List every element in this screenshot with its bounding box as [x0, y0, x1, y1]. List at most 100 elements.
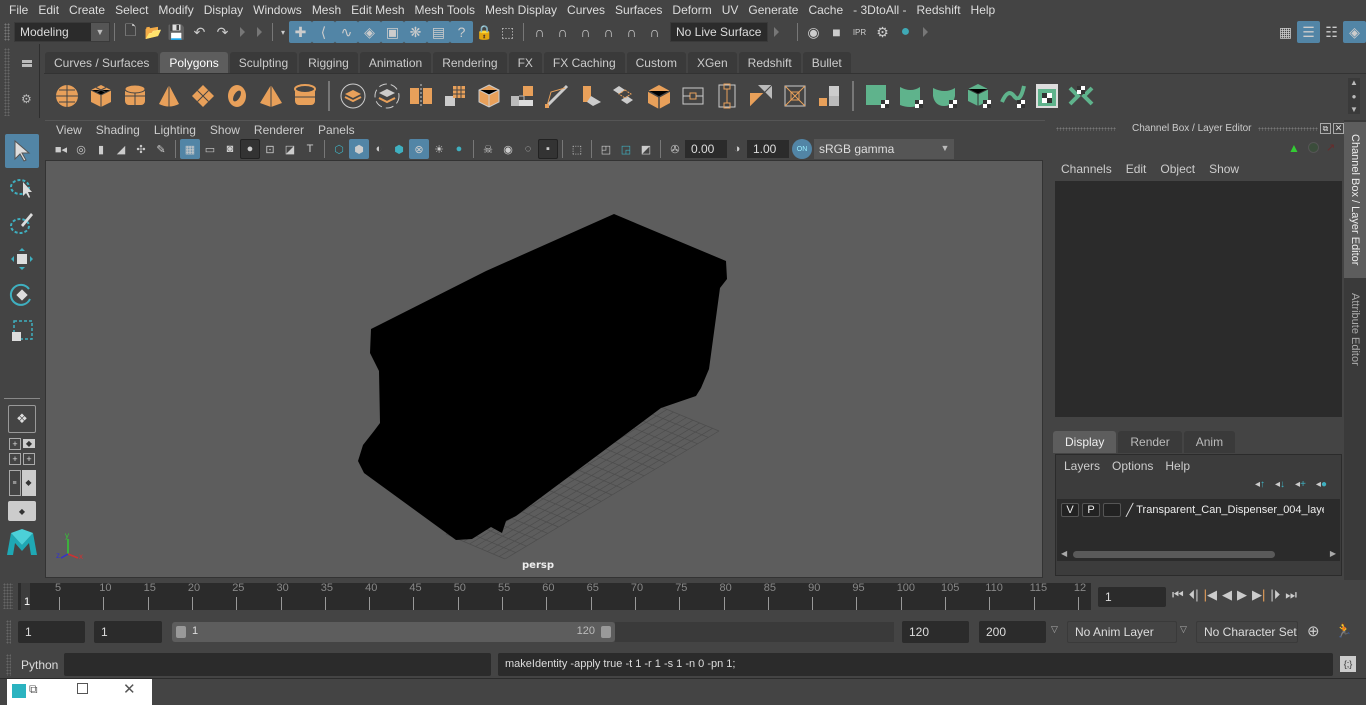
- menu-mesh-tools[interactable]: Mesh Tools: [410, 3, 480, 17]
- modeling-toolkit-icon[interactable]: ▦: [1274, 21, 1297, 43]
- layer-playback-toggle[interactable]: P: [1082, 503, 1100, 517]
- paint-select-tool-icon[interactable]: [5, 206, 39, 240]
- auto-key-icon[interactable]: ⊕: [1307, 622, 1320, 640]
- poly-cone-icon[interactable]: [152, 79, 186, 113]
- render-settings-icon[interactable]: ⚙: [871, 21, 894, 43]
- layer-color-icon[interactable]: ╱: [1126, 503, 1133, 517]
- gate-mask-icon[interactable]: ●: [240, 139, 260, 159]
- anti-aliasing-icon[interactable]: ◌: [518, 139, 538, 159]
- select-tool-icon[interactable]: [5, 134, 39, 168]
- play-backwards-icon[interactable]: ◀: [1222, 587, 1232, 603]
- four-view-layout-icon[interactable]: + ◆ + +: [8, 437, 36, 465]
- resolution-gate-icon[interactable]: ◙: [220, 139, 240, 159]
- slide-edge-icon[interactable]: [812, 79, 846, 113]
- layer-tab-anim[interactable]: Anim: [1183, 431, 1236, 453]
- poly-plane-icon[interactable]: [186, 79, 220, 113]
- layer-row[interactable]: V P ╱ Transparent_Can_Dispenser_004_laye…: [1061, 503, 1324, 517]
- combine-icon[interactable]: [336, 79, 370, 113]
- world-axis-icon[interactable]: ▲: [1288, 141, 1300, 155]
- panel-menu-renderer[interactable]: Renderer: [247, 123, 311, 137]
- bookmark-icon[interactable]: ▮: [91, 139, 111, 159]
- panel-menu-view[interactable]: View: [49, 123, 89, 137]
- channel-menu-show[interactable]: Show: [1202, 162, 1246, 176]
- go-to-end-icon[interactable]: ⏭: [1285, 587, 1297, 603]
- collapse-arrow-icon[interactable]: [923, 27, 928, 37]
- menu-uv[interactable]: UV: [717, 3, 744, 17]
- poly-sphere-icon[interactable]: [50, 79, 84, 113]
- lock-icon[interactable]: 🔒: [473, 21, 496, 43]
- shelf-menu-icon[interactable]: [22, 60, 32, 63]
- step-forward-frame-icon[interactable]: |⏵: [1270, 587, 1280, 603]
- color-management-toggle[interactable]: ON: [792, 139, 812, 159]
- ipr-render-icon[interactable]: IPR: [848, 21, 871, 43]
- single-view-layout-icon[interactable]: ❖: [8, 405, 36, 433]
- target-weld-icon[interactable]: [778, 79, 812, 113]
- outliner-persp-layout-icon[interactable]: ≡ ◆: [8, 469, 36, 497]
- tab-attribute-editor[interactable]: Attribute Editor: [1344, 282, 1366, 376]
- layer-menu-layers[interactable]: Layers: [1058, 457, 1106, 475]
- animation-preferences-icon[interactable]: 🏃: [1335, 622, 1352, 639]
- scrollbar-thumb[interactable]: [1073, 551, 1275, 558]
- uv-cylindrical-icon[interactable]: [894, 79, 928, 113]
- poly-pyramid-icon[interactable]: [254, 79, 288, 113]
- redo-icon[interactable]: ↷: [211, 21, 234, 43]
- float-panel-icon[interactable]: ⧉: [1320, 123, 1331, 134]
- textured-icon[interactable]: ⬢: [389, 139, 409, 159]
- uv-layout-icon[interactable]: [1064, 79, 1098, 113]
- 2d-pan-zoom-icon[interactable]: ✣: [131, 139, 151, 159]
- bevel-icon[interactable]: [472, 79, 506, 113]
- extrude-icon[interactable]: [506, 79, 540, 113]
- channel-box-toggle-icon[interactable]: ◈: [1343, 21, 1366, 43]
- fill-hole-icon[interactable]: [642, 79, 676, 113]
- drag-handle[interactable]: [1258, 127, 1318, 131]
- safe-title-icon[interactable]: T: [300, 139, 320, 159]
- safe-action-icon[interactable]: ◪: [280, 139, 300, 159]
- move-tool-icon[interactable]: [5, 242, 39, 276]
- scroll-up-icon[interactable]: ▲: [1350, 78, 1358, 87]
- smooth-shade-icon[interactable]: ⬢: [349, 139, 369, 159]
- smooth-icon[interactable]: [438, 79, 472, 113]
- snap-grid-icon[interactable]: ∩: [528, 21, 551, 43]
- isolate-select-icon[interactable]: ⬚: [567, 139, 587, 159]
- shelf-tab-fx[interactable]: FX: [508, 52, 542, 73]
- xray-active-icon[interactable]: ◲: [616, 139, 636, 159]
- close-icon[interactable]: ✕: [123, 680, 136, 698]
- uv-spherical-icon[interactable]: [928, 79, 962, 113]
- scale-tool-icon[interactable]: [5, 314, 39, 348]
- layer-tab-render[interactable]: Render: [1118, 431, 1182, 453]
- select-render-icon[interactable]: ▤: [427, 21, 450, 43]
- depth-of-field-icon[interactable]: ▪: [538, 139, 558, 159]
- gamma-field[interactable]: 1.00: [747, 140, 789, 158]
- layer-tab-display[interactable]: Display: [1053, 431, 1117, 453]
- shelf-tab-bullet[interactable]: Bullet: [802, 52, 851, 73]
- menu-file[interactable]: File: [4, 3, 33, 17]
- save-scene-icon[interactable]: 💾: [165, 21, 188, 43]
- maximize-icon[interactable]: [77, 683, 88, 694]
- dropdown-arrow-icon[interactable]: ▾: [277, 21, 289, 43]
- menu-edit[interactable]: Edit: [33, 3, 64, 17]
- range-slider[interactable]: 1 120: [172, 622, 615, 642]
- select-by-component-icon[interactable]: ∿: [335, 21, 358, 43]
- collapse-arrow-icon[interactable]: [257, 27, 262, 37]
- shelf-tab-animation[interactable]: Animation: [359, 52, 432, 73]
- play-forwards-icon[interactable]: ▶: [1237, 587, 1247, 603]
- drag-handle[interactable]: [1056, 127, 1116, 131]
- range-slider-track[interactable]: [615, 622, 894, 642]
- select-by-handle-icon[interactable]: ◈: [358, 21, 381, 43]
- drag-handle[interactable]: [4, 23, 10, 41]
- drag-handle[interactable]: [3, 583, 13, 609]
- screen-space-ao-icon[interactable]: ☠: [478, 139, 498, 159]
- render-frame-icon[interactable]: ■: [825, 21, 848, 43]
- new-layer-selected-icon[interactable]: ◂●: [1316, 479, 1327, 490]
- menu-modify[interactable]: Modify: [153, 3, 198, 17]
- move-layer-up-icon[interactable]: ◂↑: [1255, 479, 1265, 490]
- scroll-right-icon[interactable]: ▶: [1330, 549, 1336, 558]
- shelf-tab-fx-caching[interactable]: FX Caching: [543, 52, 625, 73]
- viewport-persp[interactable]: persp y x z: [45, 160, 1043, 578]
- field-chart-icon[interactable]: ⊡: [260, 139, 280, 159]
- command-input[interactable]: [64, 653, 491, 676]
- insert-edge-loop-icon[interactable]: [710, 79, 744, 113]
- hud-icon[interactable]: ◩: [636, 139, 656, 159]
- scroll-left-icon[interactable]: ◀: [1061, 549, 1067, 558]
- shelf-tab-curves-surfaces[interactable]: Curves / Surfaces: [45, 52, 159, 73]
